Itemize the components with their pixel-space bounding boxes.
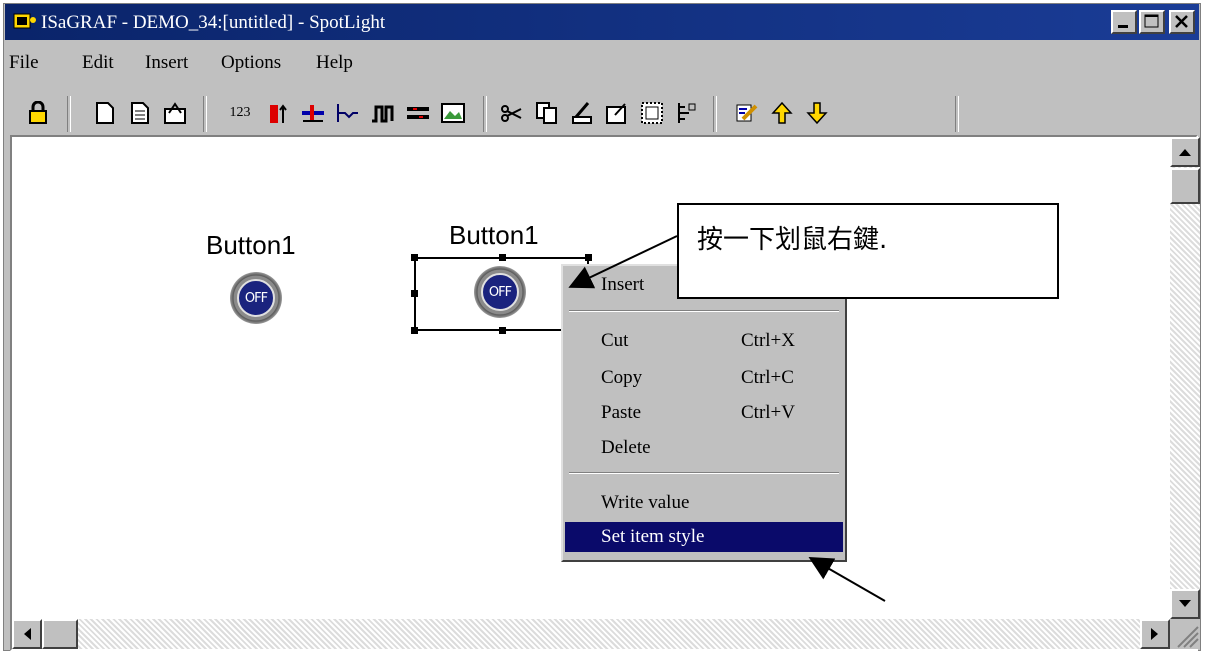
arrow-to-insert	[568, 235, 678, 289]
arrow-to-set-item-style	[808, 557, 886, 602]
annotation-arrows	[568, 235, 886, 602]
